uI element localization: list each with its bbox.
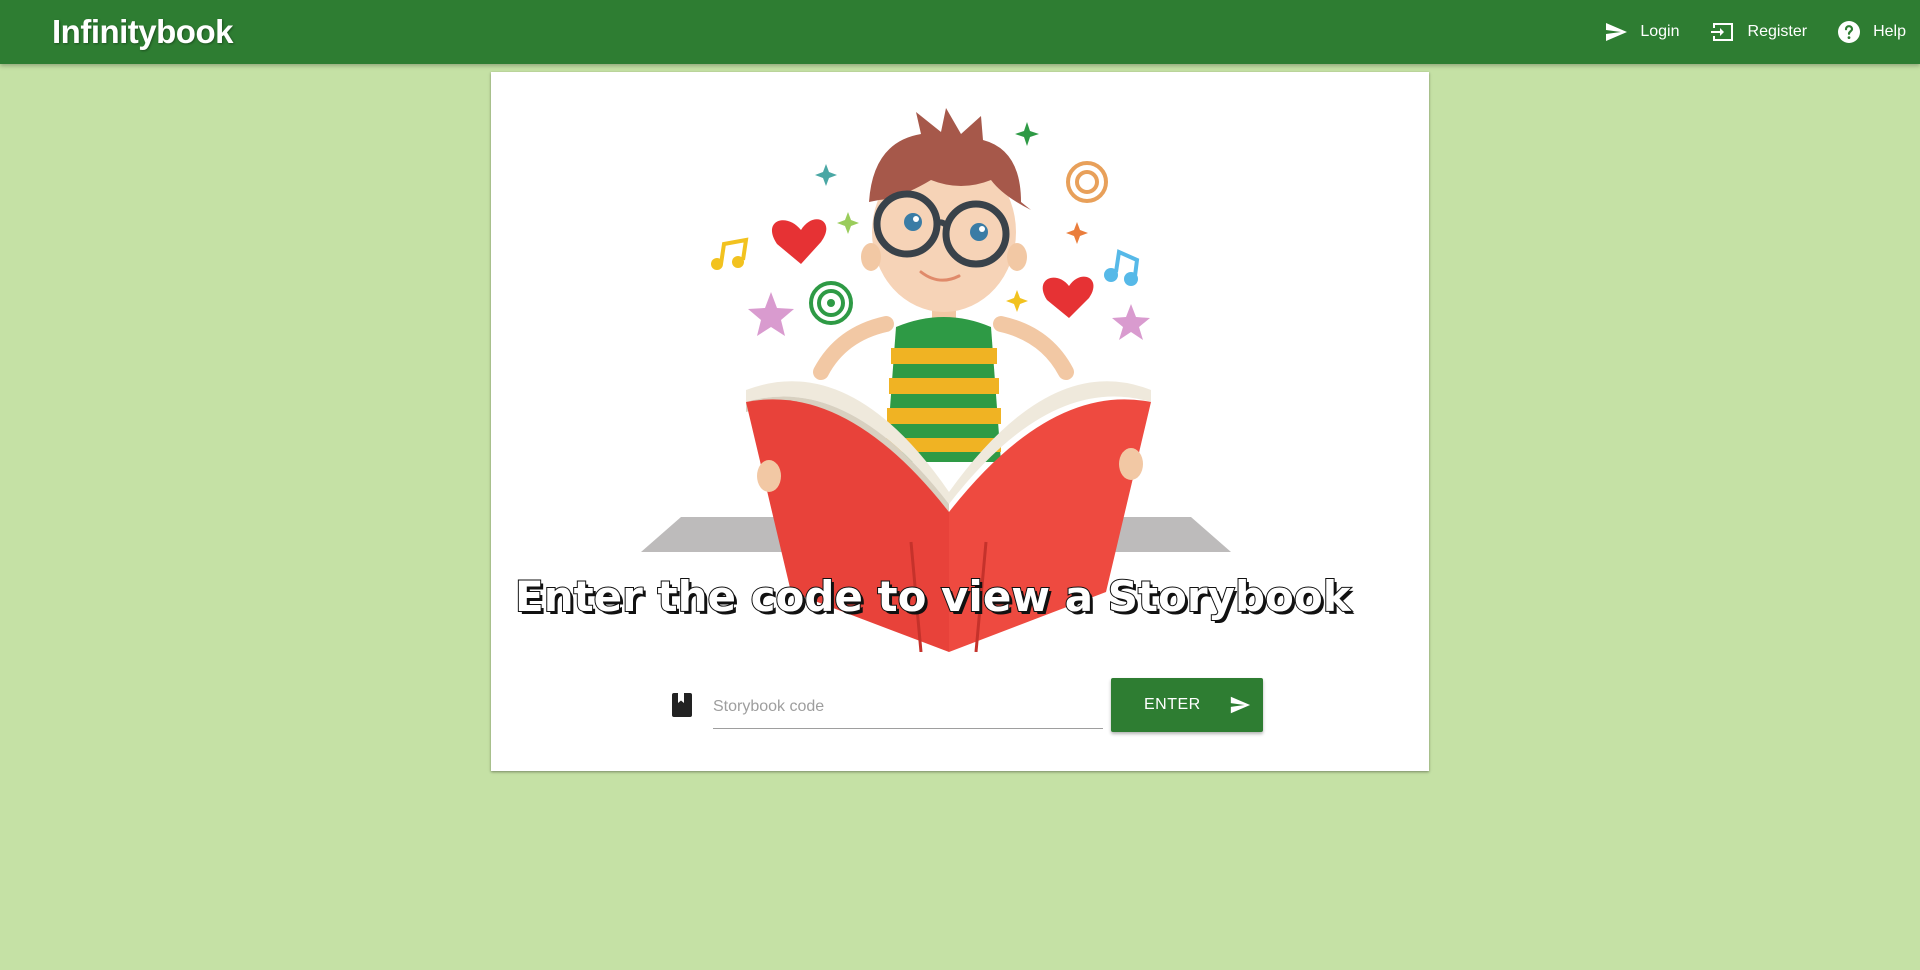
- nav-register[interactable]: Register: [1710, 20, 1808, 44]
- nav-login[interactable]: Login: [1604, 20, 1680, 44]
- boy-reading-illustration: [641, 108, 1231, 652]
- book-icon: [671, 692, 693, 723]
- send-icon: [1604, 20, 1628, 44]
- send-icon: [1228, 694, 1252, 721]
- nav-login-label: Login: [1640, 23, 1680, 40]
- hero-headline: Enter the code to view a Storybook: [514, 571, 1352, 622]
- storybook-card: Enter the code to view a Storybook ENTER: [491, 72, 1429, 771]
- app-title[interactable]: Infinitybook: [52, 13, 233, 51]
- help-icon: [1837, 20, 1861, 44]
- enter-button[interactable]: ENTER: [1111, 678, 1263, 732]
- storybook-code-input[interactable]: [713, 692, 1103, 722]
- storybook-code-field: [713, 684, 1103, 729]
- nav-help[interactable]: Help: [1837, 20, 1906, 44]
- app-bar: Infinitybook Login Register Help: [0, 0, 1920, 64]
- enter-button-label: ENTER: [1144, 696, 1201, 713]
- nav-register-label: Register: [1747, 23, 1808, 40]
- nav-help-label: Help: [1873, 23, 1906, 40]
- top-nav: Login Register Help: [1604, 0, 1906, 64]
- login-icon: [1710, 20, 1736, 44]
